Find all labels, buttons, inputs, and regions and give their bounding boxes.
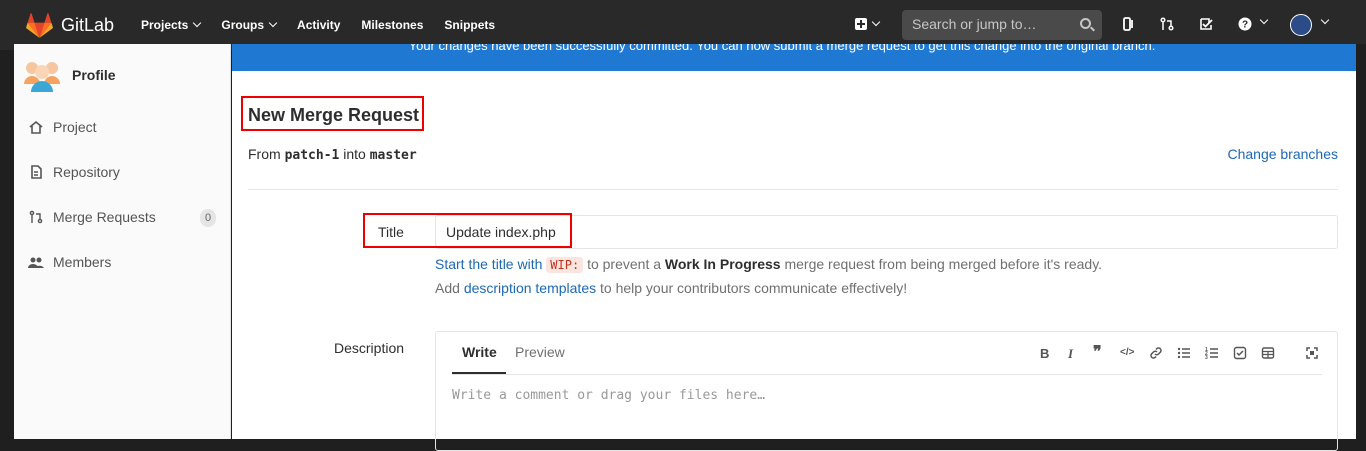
sidebar-item-members[interactable]: Members [28,254,111,270]
nav-snippets[interactable]: Snippets [444,18,495,32]
nav-projects[interactable]: Projects [141,18,202,32]
svg-text:?: ? [1242,20,1248,31]
merge-request-icon [29,210,43,224]
search-icon [1080,18,1091,29]
main-nav: Projects Groups Activity Milestones Snip… [141,18,516,32]
help-icon[interactable]: ? [1238,17,1252,31]
checklist-icon[interactable] [1233,346,1247,360]
nav-groups-label: Groups [221,18,265,32]
numbered-list-icon[interactable]: 123 [1205,346,1219,360]
wip-hint-link[interactable]: Start the title with [435,256,542,272]
link-icon[interactable] [1149,346,1163,360]
sidebar-item-repository[interactable]: Repository [28,164,120,180]
source-branch: patch-1 [284,148,340,163]
sidebar-profile-title: Profile [72,67,116,83]
divider [248,189,1338,190]
main-content: Your changes have been successfully comm… [232,44,1366,451]
profile-avatar-icon [24,62,60,92]
chevron-down-icon [1320,15,1330,25]
project-sidebar: Profile Project Repository Merge Request… [14,44,231,439]
description-label: Description [334,340,405,356]
wip-hint-bold: Work In Progress [664,256,781,272]
nav-milestones[interactable]: Milestones [361,18,423,32]
from-prefix: From [248,146,281,162]
wip-hint-mid: to prevent a [587,256,662,272]
tabs-divider [452,374,1322,375]
wip-code: WIP: [546,257,584,273]
nav-milestones-label: Milestones [361,18,424,32]
flash-message: Your changes have been successfully comm… [408,44,1156,53]
tab-write[interactable]: Write [462,344,497,360]
fullscreen-icon[interactable] [1305,346,1319,360]
search-placeholder: Search or jump to… [912,16,1037,32]
sidebar-item-merge-requests[interactable]: Merge Requests [28,209,156,225]
bold-icon[interactable]: B [1040,346,1049,361]
window-edge [1356,44,1366,439]
doc-icon [31,165,42,179]
brand-name: GitLab [61,15,115,35]
sidebar-item-project[interactable]: Project [28,119,97,135]
tanuki-icon [26,13,53,38]
sidebar-item-label: Project [53,119,97,135]
wip-hint-end: merge request from being merged before i… [784,256,1103,272]
user-avatar[interactable] [1290,14,1312,36]
chevron-down-icon [871,17,881,27]
italic-icon[interactable]: I [1068,346,1073,362]
sidebar-item-label: Merge Requests [53,209,156,225]
into-text: into [343,146,366,162]
wip-hint: Start the title with WIP: to prevent a W… [435,256,1103,273]
svg-text:3: 3 [1205,355,1208,360]
description-textarea[interactable]: Write a comment or drag your files here… [452,388,765,403]
bullet-list-icon[interactable] [1177,346,1191,360]
chevron-down-icon [1259,15,1269,25]
search-input[interactable]: Search or jump to… [902,10,1102,40]
todos-icon[interactable] [1199,17,1213,31]
users-icon [28,257,44,268]
page-title: New Merge Request [248,105,420,125]
templates-hint-end: to help your contributors communicate ef… [600,280,908,296]
description-templates-link[interactable]: description templates [464,280,596,296]
code-icon[interactable]: </> [1120,347,1134,358]
quote-icon[interactable]: ❞ [1093,342,1102,362]
templates-hint-add: Add [435,280,460,296]
nav-projects-label: Projects [141,18,189,32]
issues-icon[interactable] [1122,17,1136,31]
top-navbar: GitLab Projects Groups Activity Mileston… [0,0,1366,50]
target-branch: master [369,148,417,163]
nav-activity[interactable]: Activity [297,18,340,32]
table-icon[interactable] [1261,346,1275,360]
new-dropdown-button[interactable] [855,17,881,30]
plus-icon [855,18,867,30]
home-icon [29,120,43,134]
sidebar-item-label: Repository [53,164,120,180]
change-branches-link[interactable]: Change branches [1227,146,1338,162]
nav-activity-label: Activity [297,18,341,32]
description-editor: Write Preview B I ❞ </> 123 Write a comm… [435,331,1338,451]
merge-requests-icon[interactable] [1160,17,1174,31]
flash-notice: Your changes have been successfully comm… [232,44,1366,71]
nav-groups[interactable]: Groups [221,18,278,32]
tab-preview[interactable]: Preview [515,344,565,360]
branch-info: From patch-1 into master [248,146,417,163]
sidebar-profile[interactable]: Profile [23,58,116,92]
chevron-down-icon [268,18,278,28]
highlight-box [363,213,572,248]
merge-requests-count-badge: 0 [200,209,216,227]
nav-snippets-label: Snippets [444,18,496,32]
gitlab-logo[interactable]: GitLab [26,13,114,38]
chevron-down-icon [193,18,202,28]
templates-hint: Add description templates to help your c… [435,280,907,296]
sidebar-item-label: Members [53,254,112,270]
